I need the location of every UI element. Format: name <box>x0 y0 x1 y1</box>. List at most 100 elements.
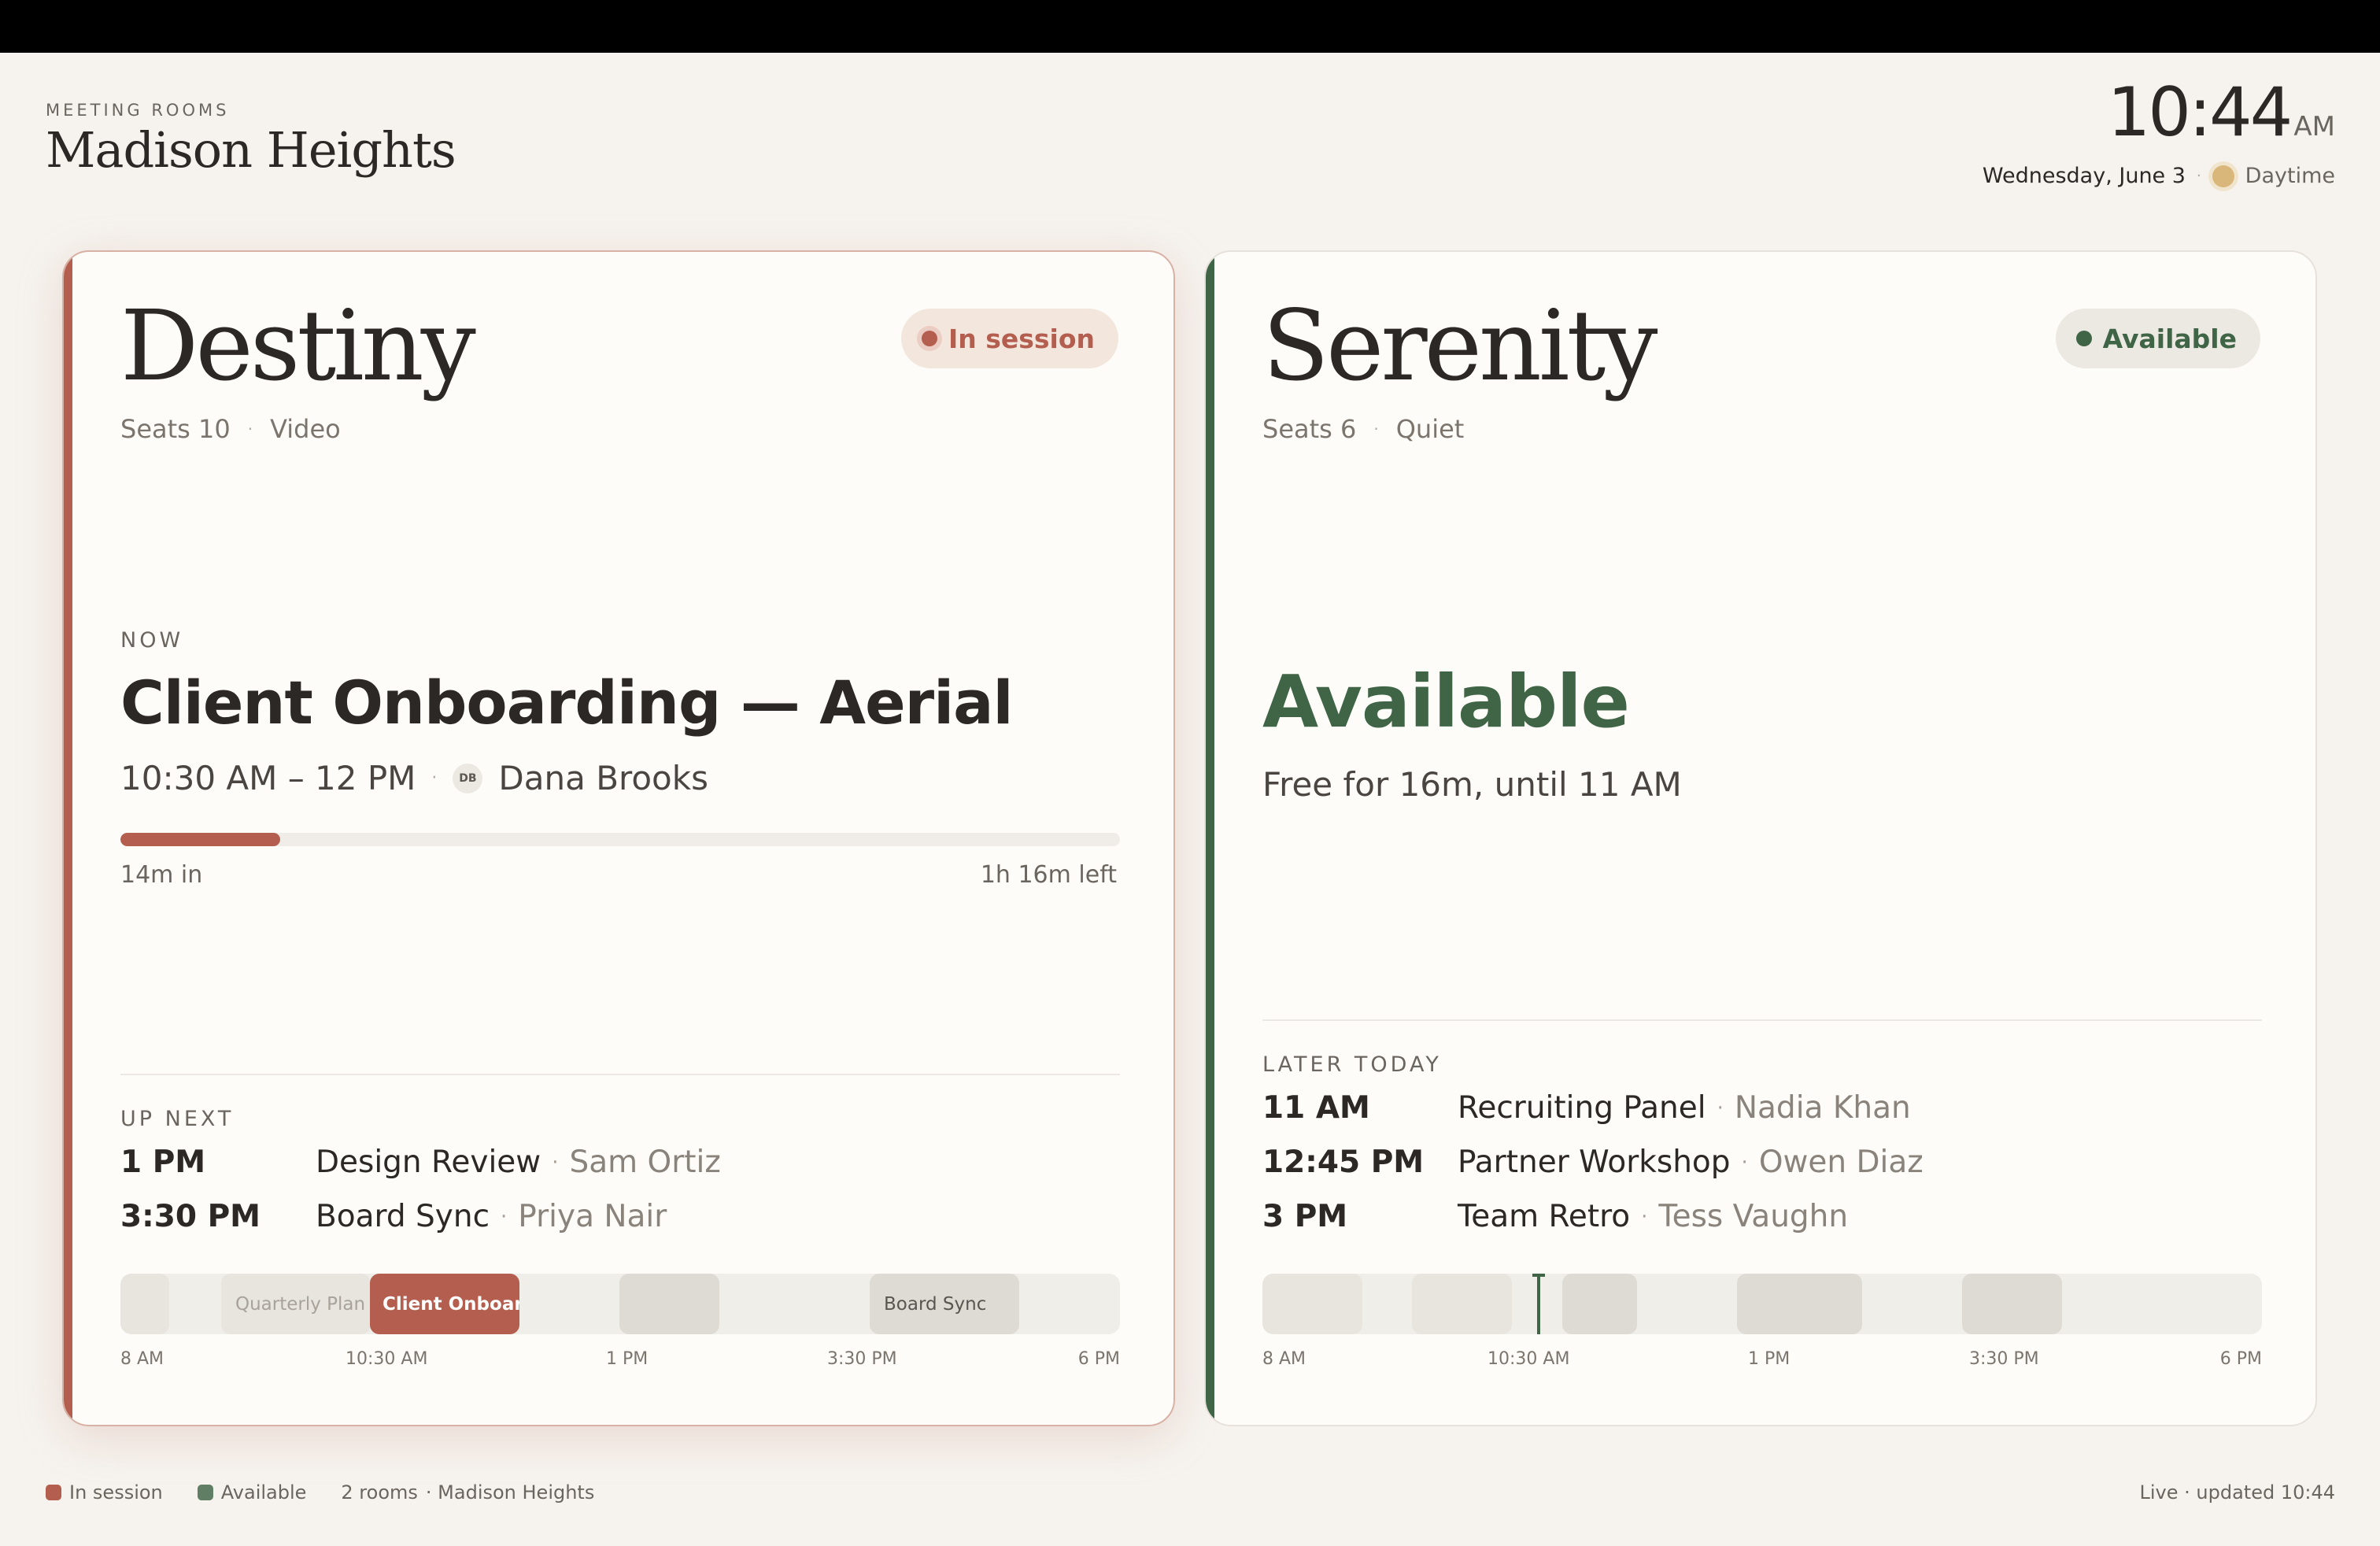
timeline-block-future[interactable] <box>1962 1274 2062 1334</box>
timeline-tick: 6 PM <box>1077 1349 1120 1369</box>
footer-legend: In session Available 2 rooms · Madison H… <box>46 1481 594 1503</box>
current-meeting-time: 10:30 AM – 12 PM <box>120 759 416 797</box>
status-badge: In session <box>900 309 1118 368</box>
legend-busy-label: In session <box>69 1481 163 1503</box>
timeline-block-label: Client Onboarding <box>382 1293 519 1315</box>
timeline-tick: 1 PM <box>606 1349 649 1369</box>
schedule-title: Board Sync <box>316 1199 490 1234</box>
schedule-row[interactable]: 3:30 PM Board Sync · Priya Nair <box>120 1189 1120 1244</box>
divider <box>1262 1019 2262 1021</box>
separator-dot: · <box>247 420 253 438</box>
sun-icon <box>2212 165 2234 187</box>
live-status: Live · updated 10:44 <box>2139 1481 2335 1503</box>
timeline-tick: 10:30 AM <box>346 1349 428 1369</box>
timeline-tick: 6 PM <box>2219 1349 2262 1369</box>
brand-kicker: MEETING ROOMS <box>46 101 230 120</box>
legend-busy-swatch <box>46 1485 61 1500</box>
schedule-row[interactable]: 11 AM Recruiting Panel · Nadia Khan <box>1262 1081 2262 1135</box>
schedule-row[interactable]: 12:45 PM Partner Workshop · Owen Diaz <box>1262 1135 2262 1189</box>
separator-dot: · <box>2196 168 2201 184</box>
status-label: Available <box>2102 323 2237 354</box>
top-bar <box>0 0 2380 53</box>
schedule-time: 11 AM <box>1262 1090 1370 1126</box>
day-timeline: Quarterly Plan Client Onboarding Board S… <box>120 1274 1120 1334</box>
room-meta: Seats 10 · Video <box>120 414 341 444</box>
clock-time: 10:44 AM <box>1983 79 2335 146</box>
avatar: DB <box>453 763 483 793</box>
available-subtitle: Free for 16m, until 11 AM <box>1262 765 1682 804</box>
schedule-time: 3 PM <box>1262 1199 1348 1234</box>
room-card-serenity[interactable]: Serenity Seats 6 · Quiet Available Avail… <box>1204 250 2317 1426</box>
room-meta: Seats 6 · Quiet <box>1262 414 1464 444</box>
schedule-host: Priya Nair <box>518 1199 667 1234</box>
status-label: In session <box>948 323 1095 354</box>
status-accent-bar <box>64 252 72 1425</box>
timeline-tick: 3:30 PM <box>1969 1349 2039 1369</box>
location-title: Madison Heights <box>46 121 456 179</box>
room-name: Destiny <box>120 290 476 403</box>
timeline-tick-labels: 8 AM 10:30 AM 1 PM 3:30 PM 6 PM <box>1262 1349 2262 1373</box>
separator-dot: · <box>1641 1204 1648 1229</box>
schedule-list: 1 PM Design Review · Sam Ortiz 3:30 PM B… <box>120 1135 1120 1244</box>
timeline-tick: 1 PM <box>1748 1349 1791 1369</box>
timeline-tick-labels: 8 AM 10:30 AM 1 PM 3:30 PM 6 PM <box>120 1349 1120 1373</box>
separator-dot: · <box>501 1204 508 1229</box>
clock-time-value: 10:44 <box>2107 73 2293 152</box>
room-name: Serenity <box>1262 290 1658 403</box>
current-meeting-details: 10:30 AM – 12 PM · DB Dana Brooks <box>120 759 708 797</box>
timeline-block-current[interactable]: Client Onboarding <box>370 1274 519 1334</box>
status-dot-icon <box>921 331 937 346</box>
schedule-title: Recruiting Panel <box>1458 1090 1706 1126</box>
schedule-title: Partner Workshop <box>1458 1145 1731 1180</box>
clock-date: Wednesday, June 3 <box>1982 164 2186 188</box>
clock-date-row: Wednesday, June 3 · Daytime <box>1983 164 2335 188</box>
separator-dot: · <box>552 1150 559 1174</box>
schedule-row[interactable]: 1 PM Design Review · Sam Ortiz <box>120 1135 1120 1189</box>
available-title: Available <box>1262 660 1630 744</box>
timeline-block-past[interactable] <box>1412 1274 1512 1334</box>
room-card-destiny[interactable]: Destiny Seats 10 · Video In session NOW … <box>62 250 1175 1426</box>
current-meeting-host: Dana Brooks <box>498 759 708 797</box>
schedule-time: 3:30 PM <box>120 1199 261 1234</box>
remaining-label: 1h 16m left <box>980 861 1117 889</box>
timeline-block-future[interactable] <box>1737 1274 1862 1334</box>
separator-dot: · <box>1373 420 1379 438</box>
brand-header: MEETING ROOMS Madison Heights <box>46 101 456 179</box>
schedule-time: 1 PM <box>120 1145 206 1180</box>
schedule-row[interactable]: 3 PM Team Retro · Tess Vaughn <box>1262 1189 2262 1244</box>
current-meeting-title: Client Onboarding — Aerial <box>120 668 1014 738</box>
timeline-tick: 8 AM <box>1262 1349 1306 1369</box>
timeline-block-past[interactable] <box>1262 1274 1362 1334</box>
meeting-progress-bar <box>120 833 1120 846</box>
up-next-kicker: UP NEXT <box>120 1107 235 1131</box>
room-feature: Video <box>270 414 341 444</box>
day-timeline <box>1262 1274 2262 1334</box>
separator-dot: · <box>1717 1096 1724 1120</box>
schedule-time: 12:45 PM <box>1262 1145 1425 1180</box>
schedule-list: 11 AM Recruiting Panel · Nadia Khan 12:4… <box>1262 1081 2262 1244</box>
timeline-block-past[interactable] <box>120 1274 169 1334</box>
schedule-host: Nadia Khan <box>1734 1090 1911 1126</box>
timeline-block-label: Board Sync <box>884 1293 987 1315</box>
meeting-progress-fill <box>120 833 281 846</box>
now-kicker: NOW <box>120 628 184 653</box>
timeline-block-future[interactable] <box>619 1274 719 1334</box>
room-seats: Seats 6 <box>1262 414 1357 444</box>
current-time-marker <box>1532 1274 1545 1334</box>
timeline-block-future[interactable] <box>1562 1274 1637 1334</box>
footer-location: · Madison Heights <box>425 1481 595 1503</box>
daytime-label: Daytime <box>2245 164 2335 188</box>
schedule-host: Tess Vaughn <box>1658 1199 1849 1234</box>
separator-dot: · <box>1741 1150 1748 1174</box>
timeline-block-future[interactable]: Board Sync <box>870 1274 1019 1334</box>
schedule-host: Owen Diaz <box>1758 1145 1924 1180</box>
room-seats: Seats 10 <box>120 414 231 444</box>
status-accent-bar <box>1206 252 1214 1425</box>
schedule-title: Design Review <box>316 1145 541 1180</box>
legend-available-label: Available <box>220 1481 307 1503</box>
separator-dot: · <box>431 768 438 788</box>
room-feature: Quiet <box>1395 414 1465 444</box>
timeline-block-label: Quarterly Plan <box>235 1293 366 1315</box>
timeline-block-past[interactable]: Quarterly Plan <box>221 1274 371 1334</box>
rooms-count: 2 rooms <box>341 1481 418 1503</box>
